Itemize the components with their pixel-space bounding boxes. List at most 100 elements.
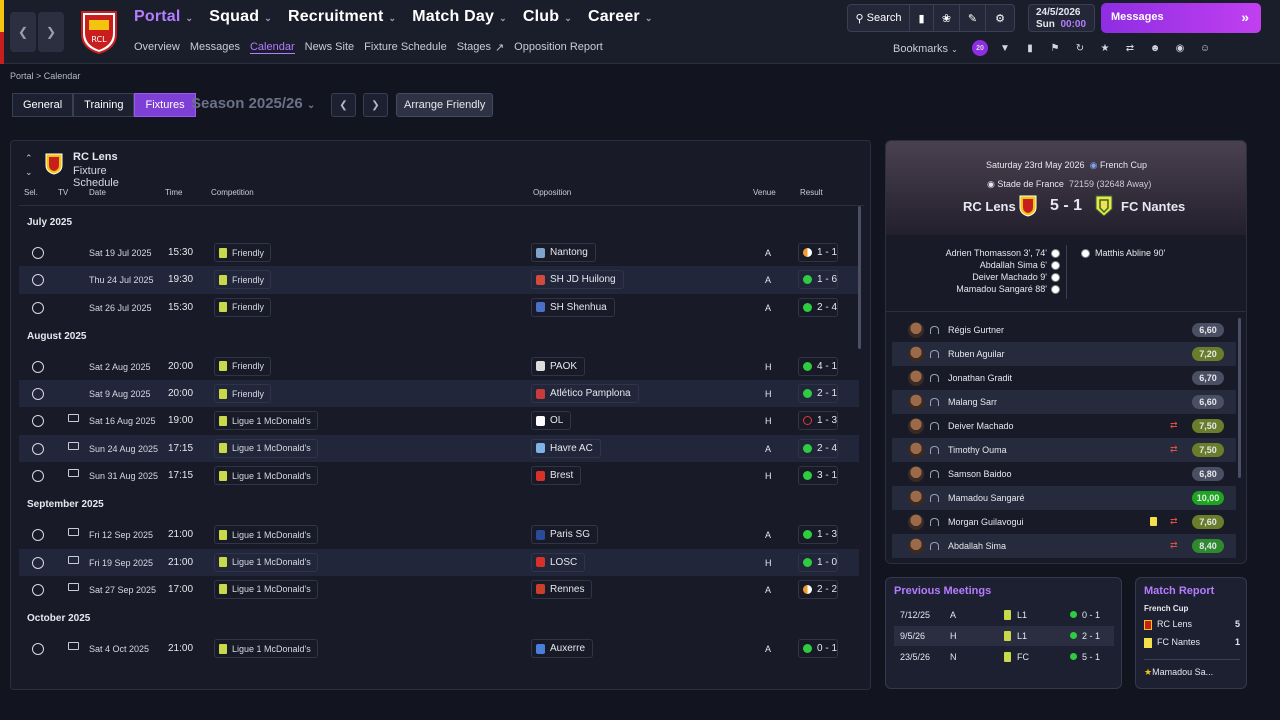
opposition-badge[interactable]: Rennes (531, 579, 593, 599)
result-badge[interactable]: 1 - 0 (798, 552, 838, 572)
select-radio[interactable] (32, 388, 44, 401)
tab-fixtures[interactable]: Fixtures (134, 93, 196, 117)
search-button[interactable]: ⚲ Search (848, 5, 910, 31)
select-radio[interactable] (32, 415, 44, 428)
select-radio[interactable] (32, 442, 44, 455)
column-header-date[interactable]: Date (89, 188, 106, 197)
fixture-row[interactable]: Sat 16 Aug 2025 19:00 Ligue 1 McDonald's OL… (19, 407, 859, 434)
result-badge[interactable]: 2 - 4 (798, 438, 838, 458)
player-of-the-match[interactable]: ★Mamadou Sa... (1144, 667, 1213, 678)
competition-badge[interactable]: Friendly (214, 270, 272, 290)
competition-badge[interactable]: Ligue 1 McDonald's (214, 579, 318, 599)
brain-button[interactable]: ❀ (934, 5, 960, 31)
settings-button[interactable]: ⚙ (986, 5, 1014, 31)
select-radio[interactable] (32, 556, 44, 569)
select-radio[interactable] (32, 360, 44, 373)
competition-badge[interactable]: Ligue 1 McDonald's (214, 525, 318, 545)
competition-badge[interactable]: Friendly (214, 243, 272, 262)
submenu-messages[interactable]: Messages (190, 41, 240, 54)
fixture-row[interactable]: Fri 12 Sep 2025 21:00 Ligue 1 McDonald's Pa… (19, 521, 859, 548)
breadcrumb-portal[interactable]: Portal (10, 71, 34, 81)
competition-badge[interactable]: Ligue 1 McDonald's (214, 552, 318, 572)
select-radio[interactable] (32, 301, 44, 314)
shirt-icon[interactable]: ▼ (997, 40, 1013, 56)
column-header-competition[interactable]: Competition (211, 188, 254, 197)
result-badge[interactable]: 2 - 2 (798, 579, 838, 599)
select-radio[interactable] (32, 470, 44, 483)
player-row[interactable]: Jonathan Gradit 6,70 (892, 366, 1236, 390)
menu-squad[interactable]: Squad ⌄ (209, 8, 272, 26)
date-display[interactable]: 24/5/2026 Sun 00:00 (1028, 4, 1095, 32)
competition-badge[interactable]: Ligue 1 McDonald's (214, 438, 318, 458)
tactics-icon[interactable]: ⚑ (1047, 40, 1063, 56)
previous-meeting-row[interactable]: 7/12/25 A L1 0 - 1 (894, 605, 1114, 625)
opposition-badge[interactable]: Atlético Pamplona (531, 384, 639, 404)
collapse-toggle[interactable]: ⌃ ⌄ (25, 151, 33, 179)
people-icon[interactable]: ☺ (1197, 40, 1213, 56)
menu-recruitment[interactable]: Recruitment ⌄ (288, 8, 396, 26)
submenu-stages[interactable]: Stages (457, 41, 491, 54)
result-badge[interactable]: 2 - 4 (798, 297, 838, 317)
refresh-icon[interactable]: ↻ (1072, 40, 1088, 56)
result-badge[interactable]: 1 - 3 (798, 525, 838, 545)
competition-badge[interactable]: Friendly (214, 384, 272, 404)
player-row[interactable]: Deiver Machado ⇄ 7,50 (892, 414, 1236, 438)
edit-button[interactable]: ✎ (960, 5, 986, 31)
tab-general[interactable]: General (12, 93, 74, 117)
transfer-icon[interactable]: ⇄ (1122, 40, 1138, 56)
continue-messages-button[interactable]: Messages » (1101, 3, 1261, 33)
fixture-row[interactable]: Sun 24 Aug 2025 17:15 Ligue 1 McDonald's Ha… (19, 434, 859, 463)
bookmark-badge[interactable]: 20 (972, 40, 988, 56)
select-radio[interactable] (32, 643, 44, 656)
fixture-list-scrollbar[interactable] (858, 206, 861, 349)
select-radio[interactable] (32, 274, 44, 287)
previous-season-button[interactable]: ❮ (331, 93, 356, 117)
opposition-badge[interactable]: SH JD Huilong (531, 270, 624, 290)
opposition-badge[interactable]: Brest (531, 466, 582, 486)
opposition-badge[interactable]: Paris SG (531, 525, 599, 545)
fixture-row[interactable]: Sat 4 Oct 2025 21:00 Ligue 1 McDonald's Aux… (19, 635, 859, 662)
trophy-icon[interactable]: ★ (1097, 40, 1113, 56)
player-row[interactable]: Malang Sarr 6,60 (892, 390, 1236, 414)
competition-badge[interactable]: Ligue 1 McDonald's (214, 639, 318, 659)
column-header-venue[interactable]: Venue (753, 188, 776, 197)
player-row[interactable]: Ruben Aguilar 7,20 (892, 342, 1236, 366)
submenu-overview[interactable]: Overview (134, 41, 180, 54)
result-badge[interactable]: 3 - 1 (798, 466, 838, 486)
opposition-badge[interactable]: LOSC (531, 552, 586, 572)
fixture-row[interactable]: Sat 2 Aug 2025 20:00 Friendly PAOK H 4 - 1 (19, 353, 859, 380)
menu-match-day[interactable]: Match Day ⌄ (412, 8, 507, 26)
opposition-badge[interactable]: Nantong (531, 243, 596, 262)
column-header-result[interactable]: Result (800, 188, 823, 197)
back-button[interactable]: ❮ (10, 12, 36, 52)
competition-badge[interactable]: Friendly (214, 297, 272, 317)
tab-training[interactable]: Training (73, 93, 135, 117)
next-season-button[interactable]: ❯ (363, 93, 388, 117)
fixture-row[interactable]: Thu 24 Jul 2025 19:30 Friendly SH JD Huilon… (19, 266, 859, 294)
result-badge[interactable]: 4 - 1 (798, 356, 838, 376)
submenu-news-site[interactable]: News Site (305, 41, 355, 54)
select-radio[interactable] (32, 583, 44, 596)
scouting-icon[interactable]: ◉ (1172, 40, 1188, 56)
document-icon[interactable]: ▮ (1022, 40, 1038, 56)
notebook-button[interactable]: ▮ (910, 5, 934, 31)
forward-button[interactable]: ❯ (38, 12, 64, 52)
menu-club[interactable]: Club ⌄ (523, 8, 572, 26)
arrange-friendly-button[interactable]: Arrange Friendly (396, 93, 494, 117)
fixture-row[interactable]: Fri 19 Sep 2025 21:00 Ligue 1 McDonald's LO… (19, 548, 859, 576)
select-radio[interactable] (32, 529, 44, 542)
fixture-row[interactable]: Sat 9 Aug 2025 20:00 Friendly Atlético Pamp… (19, 380, 859, 408)
match-report-title[interactable]: Match Report (1144, 585, 1214, 597)
column-header-sel[interactable]: Sel. (24, 188, 38, 197)
result-badge[interactable]: 0 - 1 (798, 639, 838, 659)
fixture-row[interactable]: Sat 19 Jul 2025 15:30 Friendly Nantong A 1 - … (19, 239, 859, 266)
season-selector[interactable]: Season 2025/26 ⌄ (191, 95, 315, 112)
player-row[interactable]: Mamadou Sangaré 10,00 (892, 486, 1236, 510)
away-team-name[interactable]: FC Nantes (1121, 199, 1185, 214)
opposition-badge[interactable]: SH Shenhua (531, 297, 615, 317)
player-row[interactable]: Morgan Guilavogui ⇄ 7,60 (892, 510, 1236, 534)
submenu-calendar[interactable]: Calendar (249, 41, 295, 54)
previous-meeting-row[interactable]: 9/5/26 H L1 2 - 1 (894, 626, 1114, 646)
result-badge[interactable]: 2 - 1 (798, 384, 838, 404)
competition-badge[interactable]: Ligue 1 McDonald's (214, 411, 318, 431)
